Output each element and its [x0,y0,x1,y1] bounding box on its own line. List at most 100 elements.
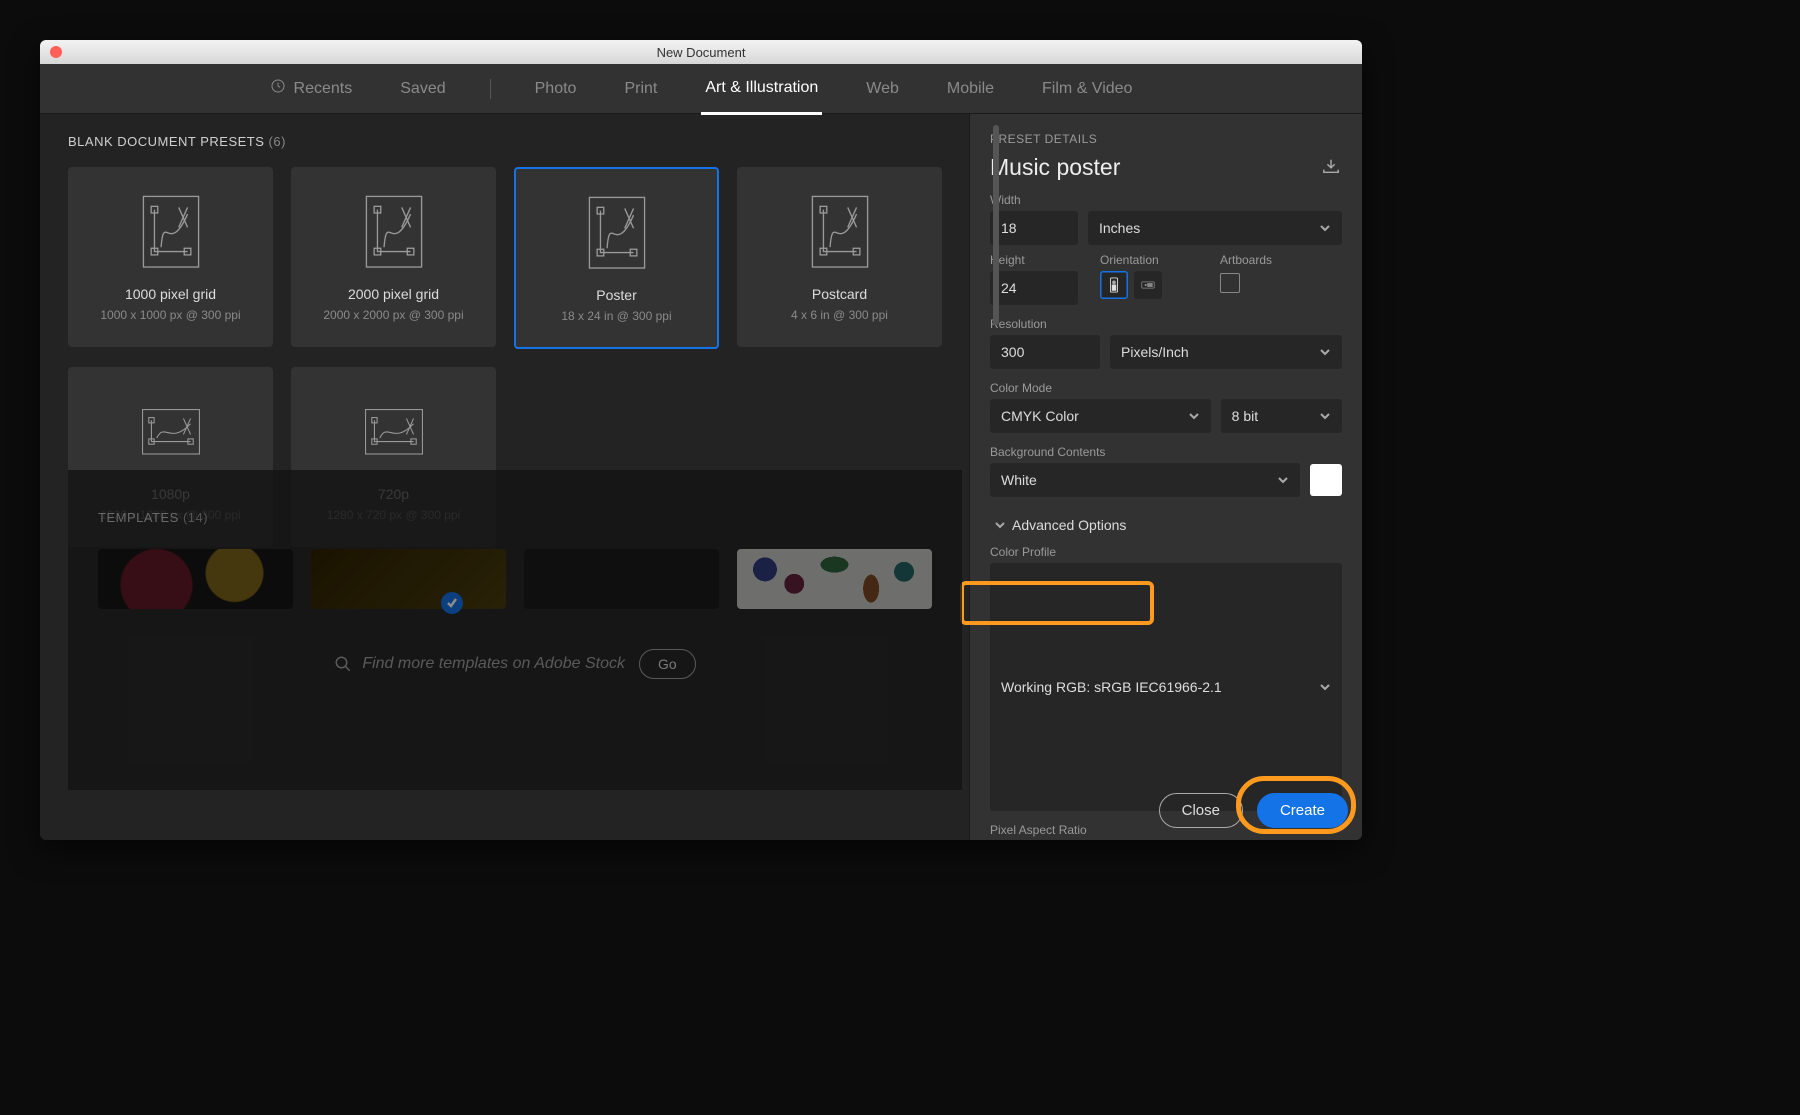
tab-saved-label: Saved [400,80,445,98]
colordepth-select[interactable]: 8 bit [1221,399,1342,433]
preset-name: Poster [596,287,636,303]
template-thumbnail[interactable] [524,549,719,609]
artboards-label: Artboards [1220,253,1310,267]
scrollbar[interactable] [993,125,999,325]
dialog-footer: Close Create [1159,793,1348,828]
clock-icon [270,78,286,99]
tab-art-illustration[interactable]: Art & Illustration [701,63,822,115]
template-thumbnail[interactable] [311,549,506,609]
orientation-portrait-button[interactable] [1100,271,1128,299]
colormode-value: CMYK Color [1001,408,1079,424]
document-icon [362,192,426,272]
preset-name: 1000 pixel grid [125,286,216,302]
tab-film-label: Film & Video [1042,80,1132,98]
templates-section: TEMPLATES (14) Find more templates on Ad… [68,470,962,790]
units-value: Inches [1099,220,1140,236]
resolution-label: Resolution [990,317,1342,331]
document-icon [362,392,426,472]
document-icon [585,193,649,273]
chevron-down-icon [1319,346,1331,358]
artboards-checkbox[interactable] [1220,273,1240,293]
background-value: White [1001,472,1037,488]
close-button[interactable]: Close [1159,793,1243,828]
document-icon [139,392,203,472]
height-input[interactable]: 24 [990,271,1078,305]
tab-photo-label: Photo [535,80,577,98]
go-button[interactable]: Go [639,649,696,679]
preset-card[interactable]: Poster 18 x 24 in @ 300 ppi [514,167,719,349]
document-icon [139,192,203,272]
color-profile-value: Working RGB: sRGB IEC61966-2.1 [1001,679,1222,695]
preset-dimensions: 2000 x 2000 px @ 300 ppi [323,308,463,322]
chevron-down-icon [994,519,1006,531]
orientation-landscape-button[interactable] [1134,271,1162,299]
resolution-units-value: Pixels/Inch [1121,344,1189,360]
background-select[interactable]: White [990,463,1300,497]
colormode-select[interactable]: CMYK Color [990,399,1211,433]
presets-count: (6) [269,134,286,149]
template-thumbnail[interactable] [737,549,932,609]
tab-print[interactable]: Print [620,64,661,113]
preset-details-heading: PRESET DETAILS [990,132,1342,146]
units-select[interactable]: Inches [1088,211,1342,245]
advanced-options-toggle[interactable]: Advanced Options [990,511,1158,539]
tab-recents-label: Recents [294,80,353,98]
tab-film-video[interactable]: Film & Video [1038,64,1136,113]
background-color-swatch[interactable] [1310,464,1342,496]
width-label: Width [990,193,1342,207]
document-name-input[interactable]: Music poster [990,154,1120,181]
preset-dimensions: 4 x 6 in @ 300 ppi [791,308,888,322]
tab-mobile-label: Mobile [947,80,994,98]
tab-web-label: Web [866,80,899,98]
titlebar: New Document [40,40,1362,64]
tab-mobile[interactable]: Mobile [943,64,998,113]
tab-art-label: Art & Illustration [705,79,818,97]
create-button[interactable]: Create [1257,793,1348,828]
colordepth-value: 8 bit [1232,408,1258,424]
save-preset-icon[interactable] [1320,157,1342,178]
color-profile-label: Color Profile [990,545,1342,559]
preset-name: 2000 pixel grid [348,286,439,302]
template-synced-badge [441,592,463,614]
preset-card[interactable]: 1000 pixel grid 1000 x 1000 px @ 300 ppi [68,167,273,347]
tab-print-label: Print [624,80,657,98]
width-input[interactable]: 18 [990,211,1078,245]
templates-heading: TEMPLATES [98,510,179,525]
orientation-label: Orientation [1100,253,1210,267]
preset-details-panel: PRESET DETAILS Music poster Width 18 Inc… [969,114,1362,840]
template-thumbnail[interactable] [98,549,293,609]
preset-card[interactable]: 2000 pixel grid 2000 x 2000 px @ 300 ppi [291,167,496,347]
close-window-button[interactable] [50,46,62,58]
stock-search-placeholder: Find more templates on Adobe Stock [362,655,625,673]
resolution-units-select[interactable]: Pixels/Inch [1110,335,1342,369]
search-icon [334,655,352,673]
chevron-down-icon [1319,681,1331,693]
templates-count: (14) [183,510,208,525]
presets-heading-text: BLANK DOCUMENT PRESETS [68,134,264,149]
colormode-label: Color Mode [990,381,1342,395]
presets-heading: BLANK DOCUMENT PRESETS (6) [68,134,941,149]
chevron-down-icon [1277,474,1289,486]
document-icon [808,192,872,272]
color-profile-select[interactable]: Working RGB: sRGB IEC61966-2.1 [990,563,1342,811]
chevron-down-icon [1319,222,1331,234]
tab-saved[interactable]: Saved [396,64,449,113]
preset-name: Postcard [812,286,867,302]
tab-recents[interactable]: Recents [266,64,357,113]
category-tabs: Recents Saved Photo Print Art & Illustra… [40,64,1362,114]
tab-web[interactable]: Web [862,64,903,113]
background-label: Background Contents [990,445,1342,459]
preset-dimensions: 1000 x 1000 px @ 300 ppi [100,308,240,322]
window-title: New Document [40,45,1362,60]
tab-photo[interactable]: Photo [531,64,581,113]
preset-card[interactable]: Postcard 4 x 6 in @ 300 ppi [737,167,942,347]
chevron-down-icon [1188,410,1200,422]
height-label: Height [990,253,1090,267]
stock-search-input[interactable]: Find more templates on Adobe Stock [334,655,625,673]
preset-dimensions: 18 x 24 in @ 300 ppi [561,309,671,323]
new-document-window: New Document Recents Saved Photo Print A… [40,40,1362,840]
tab-divider [490,79,491,99]
resolution-input[interactable]: 300 [990,335,1100,369]
chevron-down-icon [1319,410,1331,422]
advanced-options-label: Advanced Options [1012,517,1126,533]
